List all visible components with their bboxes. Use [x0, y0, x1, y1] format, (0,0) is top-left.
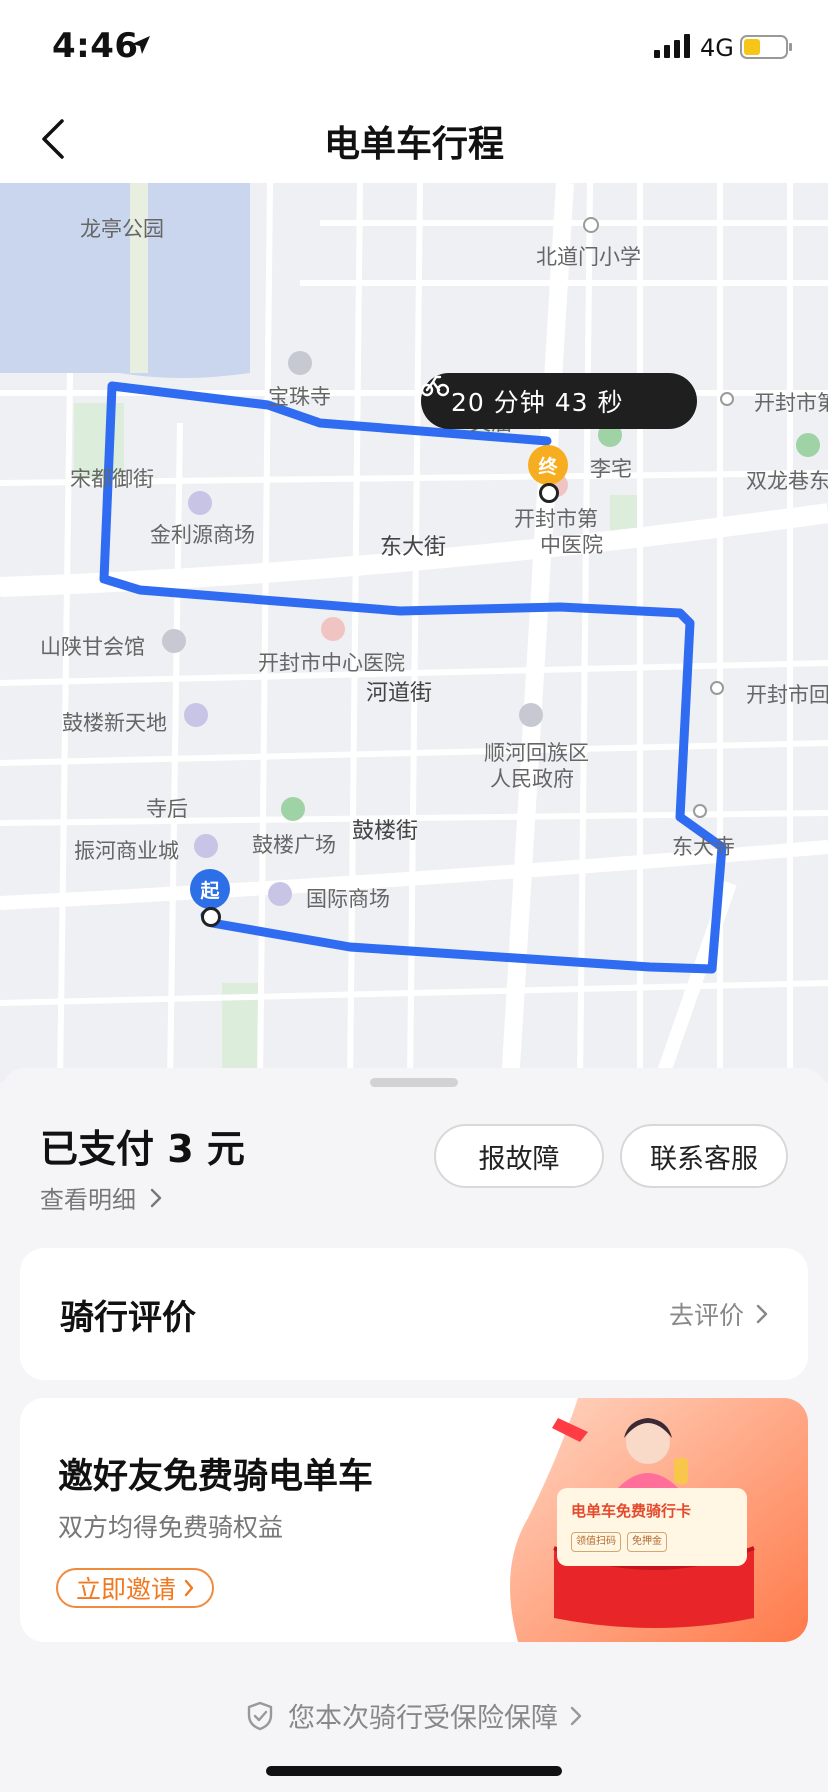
- map-label-hedao-street: 河道街: [366, 681, 433, 706]
- map-label-lizhai: 李宅: [590, 457, 632, 481]
- nav-bar: 电单车行程: [0, 95, 828, 183]
- battery-icon: [740, 35, 792, 59]
- ride-duration: 20 分钟 43 秒: [451, 388, 624, 417]
- network-type: 4G: [700, 34, 734, 62]
- end-pin-label: 终: [538, 455, 558, 478]
- chevron-right-icon: [150, 1188, 162, 1207]
- map-label-dongda-street: 东大街: [380, 535, 447, 560]
- bike-icon: [421, 375, 449, 397]
- invite-now-label: 立即邀请: [76, 1575, 177, 1604]
- signal-icon: [654, 34, 690, 58]
- ride-duration-pill: 20 分钟 43 秒: [421, 373, 697, 429]
- map-label-gulou-square: 鼓楼广场: [252, 833, 336, 857]
- rating-card[interactable]: 骑行评价 去评价: [20, 1248, 808, 1380]
- end-point-dot: [539, 483, 559, 503]
- chevron-right-icon: [570, 1706, 582, 1725]
- card-tag-1: 领值扫码: [571, 1532, 621, 1552]
- home-indicator: [266, 1766, 562, 1776]
- map-label-beidaomen-school: 北道门小学: [536, 245, 641, 269]
- map-label-baozhu-temple: 宝珠寺: [268, 385, 331, 409]
- location-arrow-icon: [132, 36, 150, 54]
- report-fault-button[interactable]: 报故障: [434, 1124, 604, 1188]
- chevron-right-icon: [184, 1579, 194, 1597]
- end-pin: 终: [528, 445, 568, 485]
- map-label-kaifeng-hui: 开封市回: [746, 683, 828, 707]
- map-label-shunhe-gov-2: 人民政府: [490, 767, 574, 791]
- free-ride-card-title: 电单车免费骑行卡: [571, 1502, 692, 1520]
- contact-service-button[interactable]: 联系客服: [620, 1124, 788, 1188]
- paid-amount: 已支付 3 元: [40, 1127, 245, 1171]
- go-rate-label: 去评价: [668, 1301, 744, 1330]
- invite-subtitle: 双方均得免费骑权益: [58, 1513, 284, 1542]
- map-label-jinliyuan-mall: 金利源商场: [150, 523, 255, 547]
- map-label-dongda-temple: 东大寺: [672, 835, 735, 859]
- free-ride-card: 电单车免费骑行卡 领值扫码 免押金: [557, 1488, 747, 1566]
- card-tag-2: 免押金: [627, 1532, 667, 1552]
- page-title: 电单车行程: [323, 124, 504, 165]
- trip-map[interactable]: 龙亭公园 北道门小学 宝珠寺 文庙 李宅 开封市第 宋都御街 双龙巷东 开封市第…: [0, 183, 828, 1083]
- map-label-zhenhe-mall: 振河商业城: [74, 839, 179, 863]
- map-label-songdu-street: 宋都御街: [70, 467, 154, 491]
- invite-title: 邀好友免费骑电单车: [58, 1457, 374, 1497]
- shield-icon: [247, 1701, 273, 1730]
- map-label-shuanglong-alley: 双龙巷东: [746, 469, 828, 493]
- map-label-shaanxi-guild: 山陕甘会馆: [40, 635, 145, 659]
- start-point-dot: [201, 907, 221, 927]
- view-details-link[interactable]: 查看明细: [40, 1180, 162, 1215]
- promo-illustration: 电单车免费骑行卡 领值扫码 免押金: [498, 1398, 808, 1642]
- view-details-label: 查看明细: [40, 1186, 136, 1214]
- insurance-text: 您本次骑行受保险保障: [288, 1703, 558, 1734]
- map-label-zhongyiyuan: 中医院: [540, 533, 603, 557]
- drag-handle[interactable]: [370, 1078, 458, 1087]
- trip-summary-sheet: 已支付 3 元 查看明细 报故障 联系客服 骑行评价 去评价 邀好友免费骑电单车…: [0, 1068, 828, 1792]
- map-label-kaifeng-top-right: 开封市第: [754, 391, 828, 415]
- go-rate-link[interactable]: 去评价: [669, 1296, 768, 1332]
- status-time: 4:46: [52, 26, 139, 66]
- rating-title: 骑行评价: [60, 1298, 196, 1338]
- start-pin: 起: [190, 869, 230, 909]
- map-label-kaifeng-central-hospital: 开封市中心医院: [258, 651, 405, 675]
- map-label-gulou-xintiandi: 鼓楼新天地: [62, 711, 167, 735]
- invite-now-button[interactable]: 立即邀请: [56, 1568, 215, 1608]
- start-pin-label: 起: [200, 879, 220, 902]
- map-label-gulou-street: 鼓楼街: [352, 819, 419, 844]
- chevron-right-icon: [756, 1304, 768, 1324]
- status-bar: 4:46 4G: [0, 0, 828, 95]
- map-label-longting-park: 龙亭公园: [80, 217, 164, 241]
- map-label-guoji-mall: 国际商场: [306, 887, 390, 911]
- map-label-sihou: 寺后: [146, 797, 188, 821]
- insurance-link[interactable]: 您本次骑行受保险保障: [0, 1696, 828, 1735]
- invite-card[interactable]: 邀好友免费骑电单车 双方均得免费骑权益 立即邀请 电单车免费骑行卡 领值扫码 免…: [20, 1398, 808, 1642]
